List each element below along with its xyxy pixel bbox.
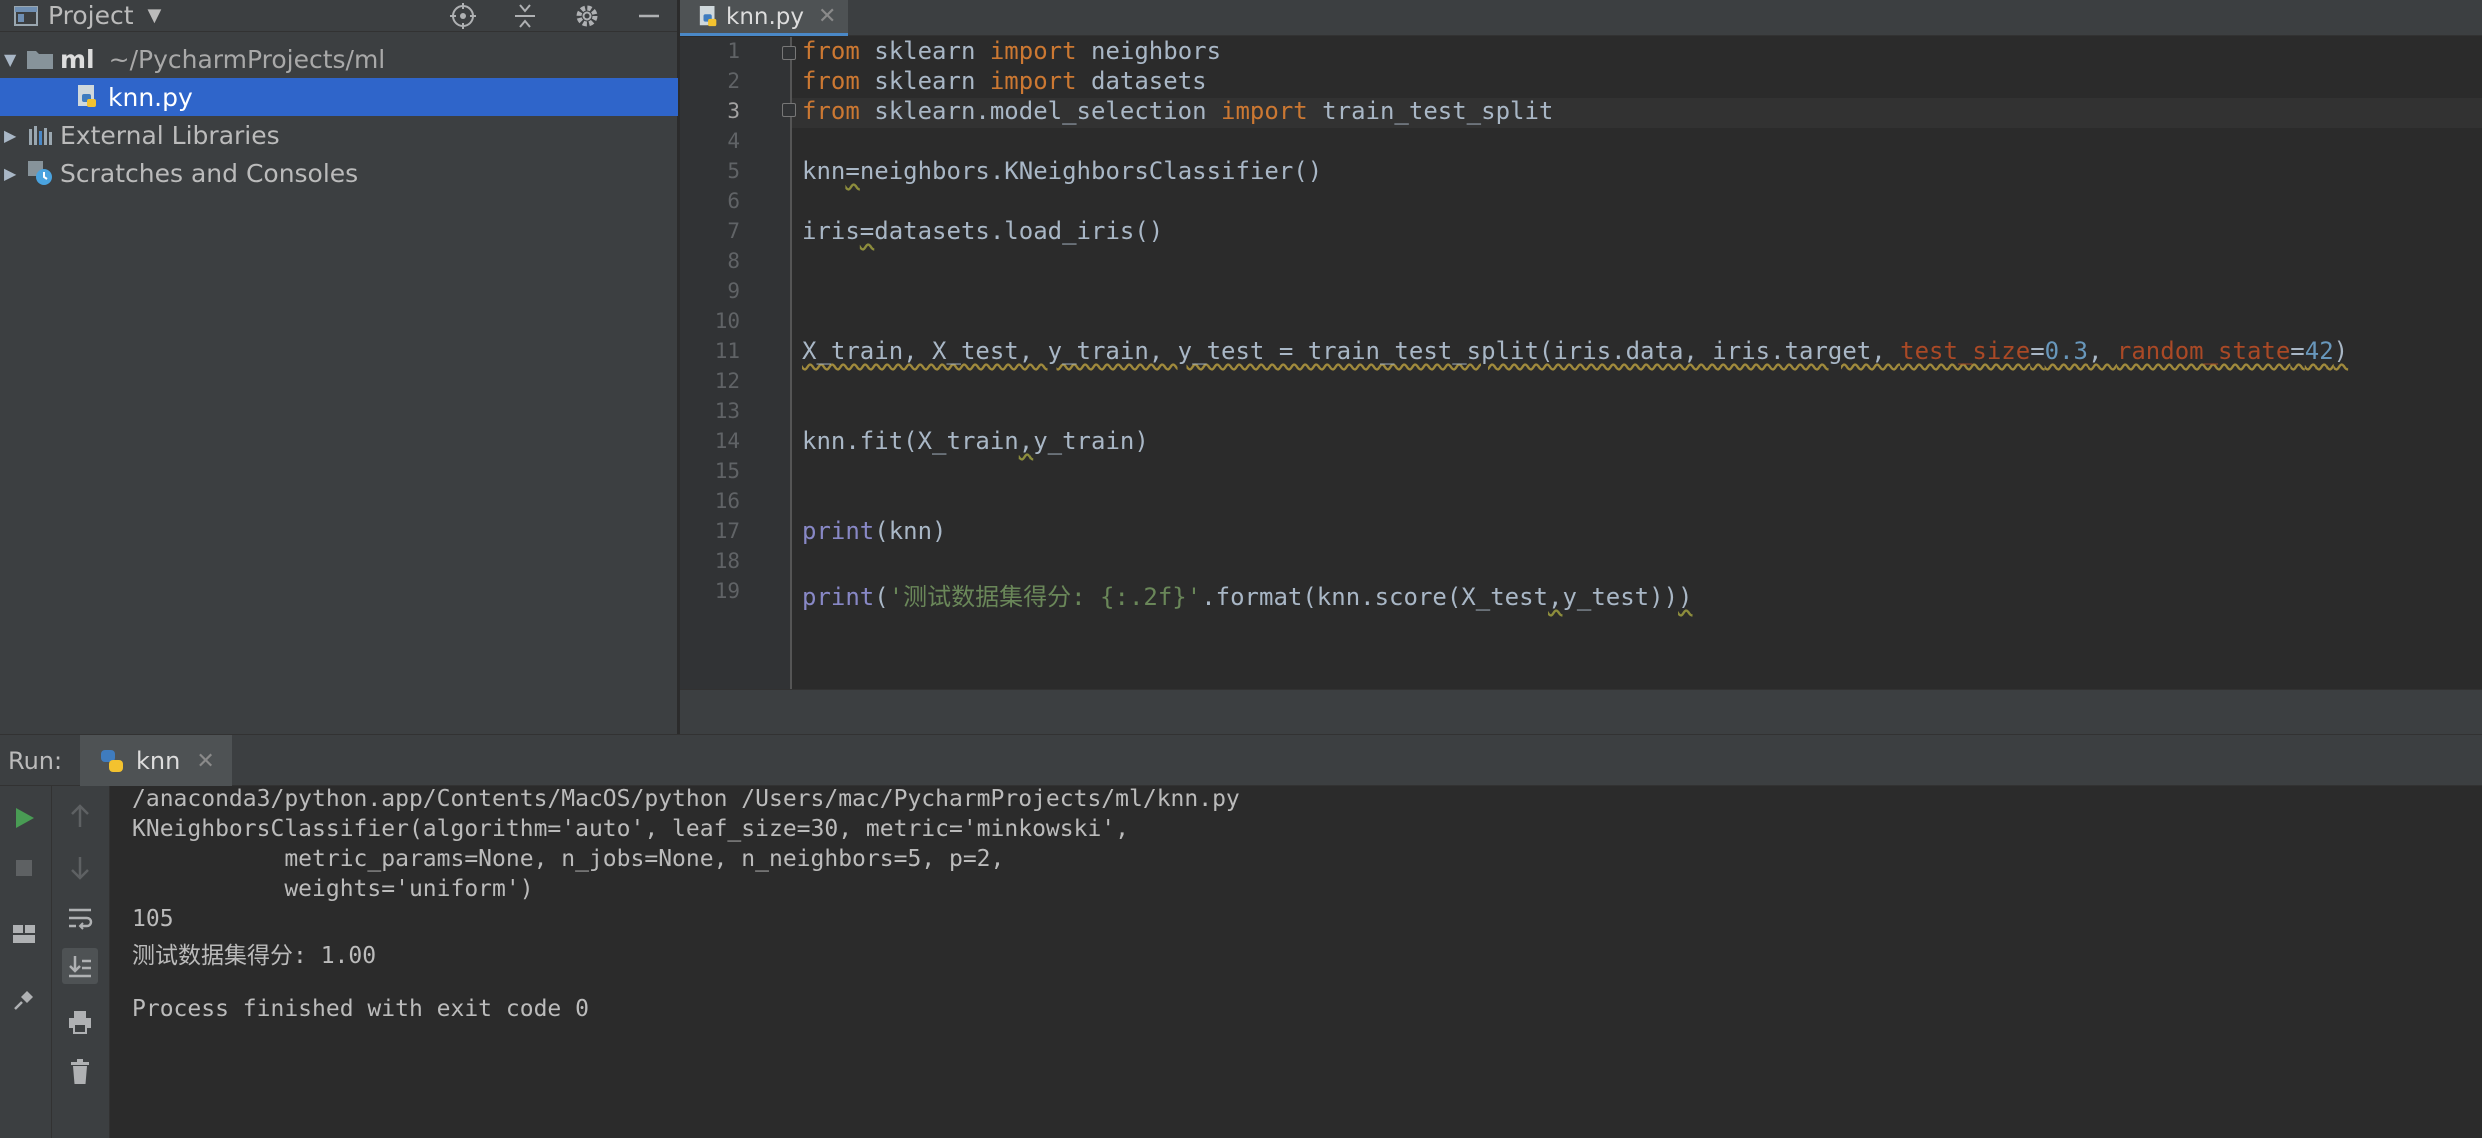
line-number: 5 <box>727 159 740 183</box>
expand-arrow-icon[interactable]: ▼ <box>4 50 26 69</box>
line-number: 10 <box>714 309 740 333</box>
print-icon[interactable] <box>62 1004 98 1040</box>
code-line-11: X_train, X_test, y_train, y_test = train… <box>802 337 2349 365</box>
project-header: Project ▼ <box>0 0 677 32</box>
arrow-down-icon[interactable] <box>62 850 98 886</box>
run-label: Run: <box>8 747 63 775</box>
console-line: metric_params=None, n_jobs=None, n_neigh… <box>132 846 1005 872</box>
scroll-to-end-icon[interactable] <box>62 948 98 984</box>
tree-item-ml[interactable]: ▼ ml ~/PycharmProjects/ml <box>0 40 678 78</box>
code-line-7: iris=datasets.load_iris() <box>802 217 1164 245</box>
chevron-down-icon[interactable]: ▼ <box>148 5 162 26</box>
layout-icon[interactable] <box>6 916 42 952</box>
editor-tab-bar: knn.py ✕ <box>680 0 2482 36</box>
folder-icon <box>26 45 54 73</box>
code-line-1: from sklearn import neighbors <box>802 37 1222 65</box>
console-line: /anaconda3/python.app/Contents/MacOS/pyt… <box>132 786 1240 812</box>
expand-arrow-icon[interactable]: ▶ <box>4 126 26 145</box>
trash-icon[interactable] <box>62 1054 98 1090</box>
project-title[interactable]: Project <box>48 1 134 30</box>
console-line: Process finished with exit code 0 <box>132 996 589 1022</box>
project-toolbar <box>449 0 663 32</box>
tree-item-label: External Libraries <box>60 120 280 150</box>
code-line-5: knn=neighbors.KNeighborsClassifier() <box>802 157 1323 185</box>
tree-item-scratches[interactable]: ▶ Scratches and Consoles <box>0 154 678 192</box>
tree-item-path: ~/PycharmProjects/ml <box>108 44 386 74</box>
line-number: 6 <box>727 189 740 213</box>
code-editor[interactable]: 1 2 3 4 5 6 7 8 9 10 11 12 13 14 15 16 17 18 19 from sklea… <box>680 37 2482 689</box>
scratches-icon <box>26 159 54 187</box>
console-line: 测试数据集得分: 1.00 <box>132 943 377 969</box>
line-number: 18 <box>714 549 740 573</box>
line-number: 11 <box>714 339 740 363</box>
console-line: weights='uniform') <box>132 876 534 902</box>
expand-arrow-icon[interactable]: ▶ <box>4 164 26 183</box>
line-number: 4 <box>727 129 740 153</box>
tree-item-knn-py[interactable]: knn.py <box>0 78 678 116</box>
libraries-icon <box>26 121 54 149</box>
line-number: 15 <box>714 459 740 483</box>
editor-status-strip <box>680 689 2482 734</box>
minimize-icon[interactable] <box>635 2 663 30</box>
code-line-2: from sklearn import datasets <box>802 67 1207 95</box>
line-number: 12 <box>714 369 740 393</box>
project-window-icon <box>12 2 40 30</box>
fold-marker-icon[interactable] <box>782 103 796 117</box>
line-number: 16 <box>714 489 740 513</box>
line-number: 17 <box>714 519 740 543</box>
code-line-19: print('测试数据集得分: {:.2f}'.format(knn.score… <box>802 583 1693 611</box>
run-console[interactable]: /anaconda3/python.app/Contents/MacOS/pyt… <box>110 786 2482 1138</box>
run-tab-label: knn <box>136 747 181 775</box>
close-icon[interactable]: ✕ <box>196 749 214 774</box>
line-number: 19 <box>714 579 740 603</box>
code-line-3: from sklearn.model_selection import trai… <box>802 97 1554 125</box>
run-icon[interactable] <box>6 800 42 836</box>
arrow-up-icon[interactable] <box>62 798 98 834</box>
run-tab-knn[interactable]: knn ✕ <box>80 735 232 787</box>
tree-item-label: knn.py <box>108 82 193 112</box>
fold-marker-icon[interactable] <box>782 46 796 60</box>
line-number: 3 <box>727 99 740 123</box>
console-line: KNeighborsClassifier(algorithm='auto', l… <box>132 816 1129 842</box>
console-line: 105 <box>132 906 174 932</box>
project-panel: Project ▼ ▼ ml ~/PycharmProjects/ml knn.… <box>0 0 678 734</box>
soft-wrap-icon[interactable] <box>62 900 98 936</box>
line-number: 14 <box>714 429 740 453</box>
line-number: 7 <box>727 219 740 243</box>
tree-item-label: Scratches and Consoles <box>60 158 359 188</box>
tree-item-external-libraries[interactable]: ▶ External Libraries <box>0 116 678 154</box>
line-number: 13 <box>714 399 740 423</box>
pin-icon[interactable] <box>6 982 42 1018</box>
run-toolbar-secondary <box>52 786 110 1138</box>
python-file-icon <box>698 5 720 29</box>
line-number: 1 <box>727 39 740 63</box>
gear-icon[interactable] <box>573 2 601 30</box>
line-number: 8 <box>727 249 740 273</box>
tab-label: knn.py <box>726 3 804 30</box>
locate-icon[interactable] <box>449 2 477 30</box>
gutter-divider <box>790 37 792 689</box>
code-line-17: print(knn) <box>802 517 947 545</box>
run-panel-header: Run: knn ✕ <box>0 734 2482 787</box>
line-number: 2 <box>727 69 740 93</box>
line-number: 9 <box>727 279 740 303</box>
run-toolbar-primary <box>0 786 52 1138</box>
python-icon <box>98 747 126 775</box>
close-icon[interactable]: ✕ <box>818 4 836 29</box>
tab-knn-py[interactable]: knn.py ✕ <box>680 0 848 36</box>
code-line-14: knn.fit(X_train,y_train) <box>802 427 1149 455</box>
python-file-icon <box>74 83 102 111</box>
collapse-all-icon[interactable] <box>511 2 539 30</box>
tree-item-label: ml <box>60 44 95 74</box>
stop-icon[interactable] <box>6 850 42 886</box>
